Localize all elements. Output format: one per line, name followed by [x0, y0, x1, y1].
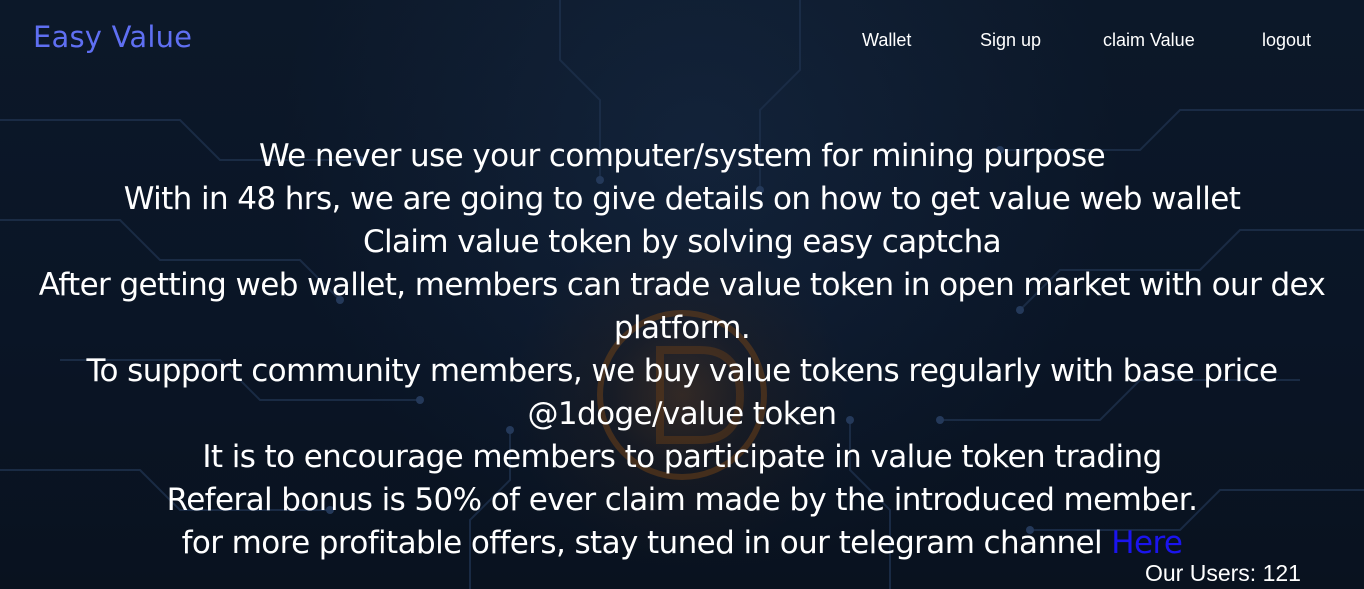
top-nav: Wallet Sign up claim Value logout	[0, 30, 1364, 54]
telegram-line: for more profitable offers, stay tuned i…	[0, 522, 1364, 565]
telegram-here-link[interactable]: Here	[1111, 525, 1183, 561]
info-line: platform.	[613, 310, 751, 346]
nav-signup-link[interactable]: Sign up	[980, 30, 1041, 51]
info-line: To support community members, we buy val…	[86, 353, 1278, 389]
info-line: It is to encourage members to participat…	[202, 439, 1162, 475]
nav-logout-link[interactable]: logout	[1262, 30, 1311, 51]
info-line: After getting web wallet, members can tr…	[38, 267, 1326, 303]
info-line: Claim value token by solving easy captch…	[362, 224, 1002, 260]
user-count: Our Users: 121	[1145, 560, 1301, 586]
info-line: With in 48 hrs, we are going to give det…	[123, 181, 1241, 217]
info-line: Referal bonus is 50% of ever claim made …	[166, 482, 1198, 518]
nav-claim-value-link[interactable]: claim Value	[1103, 30, 1195, 51]
main-content: We never use your computer/system for mi…	[0, 135, 1364, 565]
nav-wallet-link[interactable]: Wallet	[862, 30, 911, 51]
info-line: @1doge/value token	[527, 396, 838, 432]
info-line: We never use your computer/system for mi…	[258, 138, 1106, 174]
telegram-text: for more profitable offers, stay tuned i…	[181, 525, 1112, 561]
